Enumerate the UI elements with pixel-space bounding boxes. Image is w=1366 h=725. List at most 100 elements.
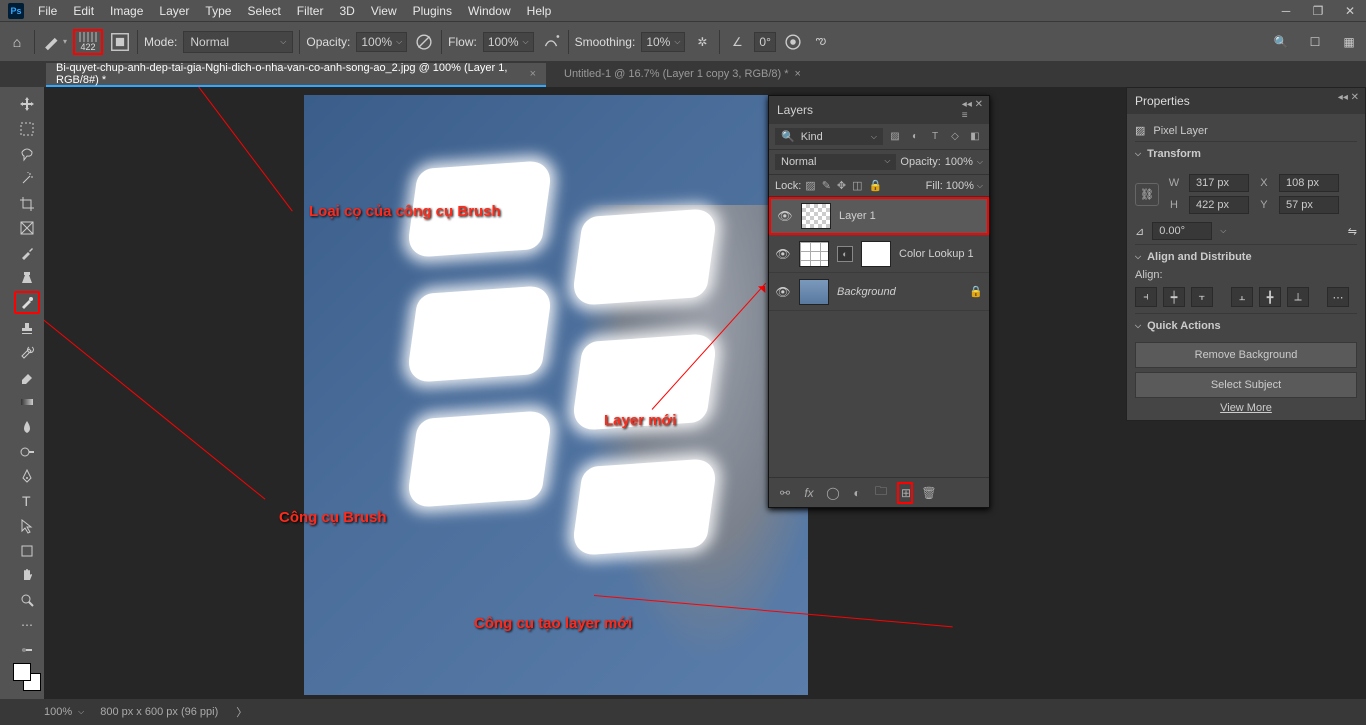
more-tools[interactable]: ⋯ — [14, 614, 40, 637]
frame-tool[interactable] — [14, 217, 40, 240]
y-input[interactable]: 57 px — [1279, 196, 1339, 214]
angle-input[interactable]: 0° — [754, 32, 775, 52]
move-tool[interactable] — [14, 93, 40, 116]
edit-toolbar[interactable] — [14, 638, 40, 661]
share-icon[interactable]: ☐ — [1304, 31, 1326, 53]
layer-blend-mode[interactable]: Normal⌵ — [775, 154, 896, 170]
align-hcenter[interactable]: ┿ — [1163, 287, 1185, 307]
path-select-tool[interactable] — [14, 514, 40, 537]
eyedropper-tool[interactable] — [14, 242, 40, 265]
transform-section[interactable]: ⌵Transform — [1135, 141, 1357, 166]
hand-tool[interactable] — [14, 564, 40, 587]
wand-tool[interactable] — [14, 167, 40, 190]
document-tab-inactive[interactable]: Untitled-1 @ 16.7% (Layer 1 copy 3, RGB/… — [554, 63, 811, 87]
window-minimize[interactable]: ─ — [1270, 0, 1302, 21]
menu-3d[interactable]: 3D — [331, 0, 362, 21]
layer-thumbnail[interactable] — [801, 203, 831, 229]
menu-layer[interactable]: Layer — [151, 0, 197, 21]
airbrush-icon[interactable] — [540, 31, 562, 53]
history-brush-tool[interactable] — [14, 341, 40, 364]
layer-fx-icon[interactable]: fx — [801, 486, 817, 500]
delete-layer-icon[interactable]: 🗑 — [921, 486, 937, 500]
brush-tool[interactable] — [14, 291, 40, 314]
menu-plugins[interactable]: Plugins — [405, 0, 460, 21]
tab-close-icon[interactable]: × — [530, 68, 536, 80]
marquee-tool[interactable] — [14, 118, 40, 141]
visibility-icon[interactable]: 👁 — [777, 209, 793, 223]
home-icon[interactable]: ⌂ — [6, 34, 28, 50]
menu-help[interactable]: Help — [519, 0, 560, 21]
document-canvas[interactable] — [304, 95, 808, 695]
healing-tool[interactable] — [14, 266, 40, 289]
zoom-level[interactable]: 100%⌵ — [44, 706, 84, 718]
new-layer-icon[interactable]: ⊞ — [897, 482, 913, 504]
lock-icon[interactable]: 🔒 — [969, 285, 983, 298]
menu-image[interactable]: Image — [102, 0, 151, 21]
rotation-input[interactable]: 0.00° — [1152, 222, 1212, 240]
lock-all-icon[interactable]: 🔒 — [869, 179, 883, 192]
align-more[interactable]: ⋯ — [1327, 287, 1349, 307]
align-left[interactable]: ⫞ — [1135, 287, 1157, 307]
menu-select[interactable]: Select — [239, 0, 288, 21]
layer-mask-icon[interactable]: ◯ — [825, 486, 841, 500]
align-top[interactable]: ⫠ — [1231, 287, 1253, 307]
workspace-icon[interactable]: ▦ — [1338, 31, 1360, 53]
smoothing-settings-icon[interactable]: ✲ — [691, 31, 713, 53]
select-subject-button[interactable]: Select Subject — [1135, 372, 1357, 398]
pressure-size-icon[interactable] — [782, 31, 804, 53]
lock-pixels-icon[interactable]: ✎ — [822, 179, 831, 192]
fill-input[interactable]: 100% — [946, 180, 974, 192]
color-swatches[interactable] — [13, 663, 41, 691]
zoom-tool[interactable] — [14, 589, 40, 612]
visibility-icon[interactable]: 👁 — [775, 285, 791, 299]
quick-actions-section[interactable]: ⌵Quick Actions — [1135, 313, 1357, 338]
layers-tab[interactable]: Layers — [777, 103, 813, 117]
align-vcenter[interactable]: ╋ — [1259, 287, 1281, 307]
menu-window[interactable]: Window — [460, 0, 519, 21]
window-close[interactable]: ✕ — [1334, 0, 1366, 21]
smoothing-input[interactable]: 10%⌵ — [641, 32, 685, 52]
layer-filter-kind[interactable]: 🔍 Kind ⌵ — [775, 128, 883, 145]
brush-settings-icon[interactable] — [109, 31, 131, 53]
blend-mode-select[interactable]: Normal⌵ — [183, 31, 293, 53]
opacity-input[interactable]: 100%⌵ — [356, 32, 407, 52]
blur-tool[interactable] — [14, 415, 40, 438]
menu-edit[interactable]: Edit — [65, 0, 102, 21]
symmetry-icon[interactable]: ఌ — [810, 31, 832, 53]
gradient-tool[interactable] — [14, 391, 40, 414]
menu-type[interactable]: Type — [197, 0, 239, 21]
lock-position-icon[interactable]: ✥ — [837, 179, 846, 192]
flow-input[interactable]: 100%⌵ — [483, 32, 534, 52]
align-right[interactable]: ⫟ — [1191, 287, 1213, 307]
filter-shape-icon[interactable]: ◇ — [947, 129, 963, 145]
menu-view[interactable]: View — [363, 0, 405, 21]
lock-artboard-icon[interactable]: ◫ — [852, 179, 862, 192]
layer-thumbnail[interactable] — [799, 241, 829, 267]
opacity-pressure-icon[interactable] — [413, 31, 435, 53]
new-adjustment-icon[interactable]: ◐ — [849, 486, 865, 500]
layer-name[interactable]: Background — [837, 286, 961, 298]
link-dimensions-icon[interactable]: ⛓ — [1135, 183, 1159, 206]
document-dimensions[interactable]: 800 px x 600 px (96 ppi)〉 — [100, 704, 247, 720]
height-input[interactable]: 422 px — [1189, 196, 1249, 214]
menu-file[interactable]: File — [30, 0, 65, 21]
layer-row[interactable]: 👁 Background 🔒 — [769, 273, 989, 311]
layer-opacity-input[interactable]: 100% — [945, 156, 973, 168]
lock-transparency-icon[interactable]: ▨ — [805, 179, 815, 192]
lasso-tool[interactable] — [14, 143, 40, 166]
filter-smart-icon[interactable]: ◧ — [967, 129, 983, 145]
link-layers-icon[interactable]: ⚯ — [777, 486, 793, 500]
properties-tab[interactable]: Properties ◂◂ ✕ — [1127, 88, 1365, 114]
collapse-icon[interactable]: ◂◂ ✕≡ — [962, 99, 983, 121]
filter-type-icon[interactable]: T — [927, 129, 943, 145]
mask-thumbnail[interactable] — [861, 241, 891, 267]
crop-tool[interactable] — [14, 192, 40, 215]
brush-preset-picker[interactable]: 422 — [73, 29, 103, 55]
visibility-icon[interactable]: 👁 — [775, 247, 791, 261]
layer-thumbnail[interactable] — [799, 279, 829, 305]
remove-background-button[interactable]: Remove Background — [1135, 342, 1357, 368]
dodge-tool[interactable] — [14, 440, 40, 463]
type-tool[interactable]: T — [14, 490, 40, 513]
search-icon[interactable]: 🔍 — [1270, 31, 1292, 53]
layer-row[interactable]: 👁 ◐ Color Lookup 1 — [769, 235, 989, 273]
